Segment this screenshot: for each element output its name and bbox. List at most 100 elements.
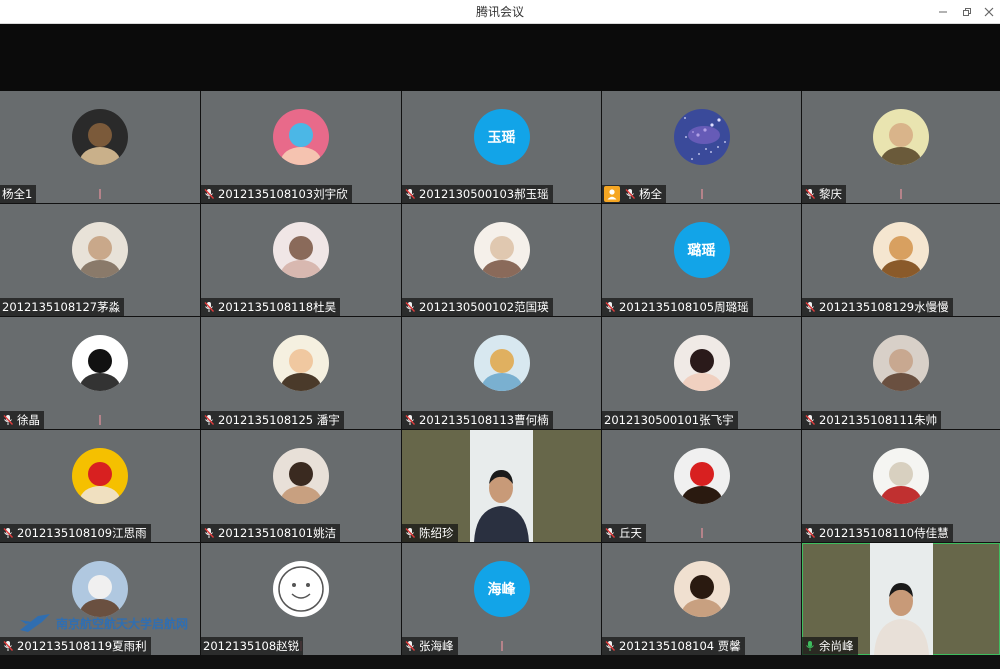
bottom-black-area — [0, 656, 1000, 669]
participant-tile[interactable]: 丘天 — [602, 430, 801, 542]
participant-tile[interactable]: 2012135108110侍佳慧 — [802, 430, 1000, 542]
plane-logo-icon — [20, 614, 50, 632]
participant-name-bar: 张海峰 — [402, 637, 458, 655]
watermark-text: 南京航空航天大学启航网 — [56, 616, 189, 631]
voice-level-indicator — [700, 189, 703, 199]
avatar — [673, 109, 730, 165]
avatar — [273, 448, 329, 504]
participant-name-bar: 2012135108109江思雨 — [0, 524, 151, 542]
participant-tile[interactable]: 2012135108113曹何楠 — [402, 317, 601, 429]
mic-muted-icon — [404, 301, 416, 313]
avatar — [873, 335, 929, 391]
participant-tile[interactable]: 璐瑶 2012135108105周璐瑶 — [602, 204, 801, 316]
voice-level-indicator — [700, 528, 703, 538]
participant-tile[interactable]: 2012135108104 贾馨 — [602, 543, 801, 655]
avatar — [72, 561, 128, 617]
avatar — [673, 335, 730, 391]
watermark: 南京航空航天大学启航网 — [18, 612, 188, 634]
mic-muted-icon — [404, 527, 416, 539]
minimize-button[interactable] — [930, 0, 956, 24]
mic-muted-icon — [804, 301, 816, 313]
participant-tile[interactable]: 2012135108111朱帅 — [802, 317, 1000, 429]
participant-tile[interactable]: 2012135108127茅淼 — [0, 204, 200, 316]
voice-level-indicator — [99, 415, 101, 425]
avatar — [673, 561, 730, 617]
participant-name-bar: 2012135108118杜昊 — [201, 298, 341, 316]
participant-name: 2012135108109江思雨 — [17, 526, 147, 540]
participant-name-bar: 2012135108105周璐瑶 — [602, 298, 753, 316]
avatar — [873, 448, 929, 504]
participant-name: 2012135108113曹何楠 — [419, 413, 549, 427]
participant-tile[interactable]: 2012135108109江思雨 — [0, 430, 200, 542]
participant-name: 2012130500102范国瑛 — [419, 300, 549, 314]
participant-name: 杨全 — [639, 187, 662, 201]
mic-muted-icon — [624, 188, 636, 200]
participant-name: 杨全1 — [2, 187, 33, 201]
mic-muted-icon — [2, 527, 14, 539]
avatar — [273, 335, 329, 391]
close-icon — [984, 7, 994, 17]
title-bar: 腾讯会议 — [0, 0, 1000, 24]
participant-name: 2012135108125 潘宇 — [218, 413, 340, 427]
avatar: 玉瑶 — [473, 109, 530, 165]
participant-tile[interactable]: 黎庆 — [802, 91, 1000, 203]
participant-tile[interactable]: 2012135108118杜昊 — [201, 204, 401, 316]
participant-name: 2012130500103郝玉瑶 — [419, 187, 549, 201]
voice-level-indicator — [500, 641, 503, 651]
host-icon — [604, 186, 620, 202]
participant-tile[interactable]: 杨全1 — [0, 91, 200, 203]
voice-level-indicator — [99, 189, 101, 199]
mic-muted-icon — [203, 527, 215, 539]
participant-tile[interactable]: 2012130500102范国瑛 — [402, 204, 601, 316]
mic-muted-icon — [2, 640, 14, 652]
avatar — [273, 561, 329, 617]
participant-tile[interactable]: 2012135108103刘宇欣 — [201, 91, 401, 203]
participant-name-bar: 2012135108129水慢慢 — [802, 298, 953, 316]
participant-name-bar: 杨全1 — [0, 185, 37, 203]
participant-name-bar: 2012135108125 潘宇 — [201, 411, 344, 429]
participant-name: 2012135108105周璐瑶 — [619, 300, 749, 314]
participant-tile[interactable]: 2012135108129水慢慢 — [802, 204, 1000, 316]
participant-name: 丘天 — [619, 526, 642, 540]
avatar — [72, 222, 128, 278]
participant-grid: 杨全1 2012135108103刘宇欣 玉瑶 2012130500103郝玉瑶 杨全 黎… — [0, 91, 1000, 656]
participant-tile[interactable]: 2012135108125 潘宇 — [201, 317, 401, 429]
participant-name: 黎庆 — [819, 187, 842, 201]
mic-muted-icon — [604, 640, 616, 652]
participant-name-bar: 2012130500101张飞宇 — [602, 411, 738, 429]
participant-name: 2012135108101姚洁 — [218, 526, 337, 540]
participant-tile[interactable]: 陈绍珍 — [402, 430, 601, 542]
participant-name: 2012130500101张飞宇 — [604, 413, 734, 427]
participant-tile[interactable]: 2012135108赵锐 — [201, 543, 401, 655]
participant-name: 2012135108赵锐 — [203, 639, 300, 653]
avatar — [72, 448, 128, 504]
participant-tile[interactable]: 玉瑶 2012130500103郝玉瑶 — [402, 91, 601, 203]
mic-muted-icon — [804, 188, 816, 200]
mic-muted-icon — [804, 414, 816, 426]
avatar — [273, 109, 329, 165]
avatar — [673, 448, 730, 504]
participant-name: 余尚峰 — [819, 639, 854, 653]
avatar — [873, 222, 929, 278]
participant-tile[interactable]: 2012135108119夏雨利 — [0, 543, 200, 655]
avatar — [72, 335, 128, 391]
mic-muted-icon — [2, 414, 14, 426]
participant-tile[interactable]: 2012130500101张飞宇 — [602, 317, 801, 429]
participant-tile[interactable]: 徐晶 — [0, 317, 200, 429]
mic-muted-icon — [604, 301, 616, 313]
participant-name-bar: 2012130500102范国瑛 — [402, 298, 553, 316]
participant-name: 2012135108110侍佳慧 — [819, 526, 949, 540]
mic-icon — [804, 640, 816, 652]
avatar — [873, 109, 929, 165]
participant-name-bar: 2012135108101姚洁 — [201, 524, 341, 542]
participant-name: 张海峰 — [419, 639, 454, 653]
close-button[interactable] — [976, 0, 1000, 24]
participant-tile[interactable]: 2012135108101姚洁 — [201, 430, 401, 542]
participant-name: 2012135108118杜昊 — [218, 300, 337, 314]
participant-name-bar: 2012135108111朱帅 — [802, 411, 942, 429]
participant-tile[interactable]: 杨全 — [602, 91, 801, 203]
participant-tile[interactable]: 余尚峰 — [802, 543, 1000, 655]
mic-muted-icon — [404, 414, 416, 426]
participant-name: 徐晶 — [17, 413, 40, 427]
participant-tile[interactable]: 海峰 张海峰 — [402, 543, 601, 655]
